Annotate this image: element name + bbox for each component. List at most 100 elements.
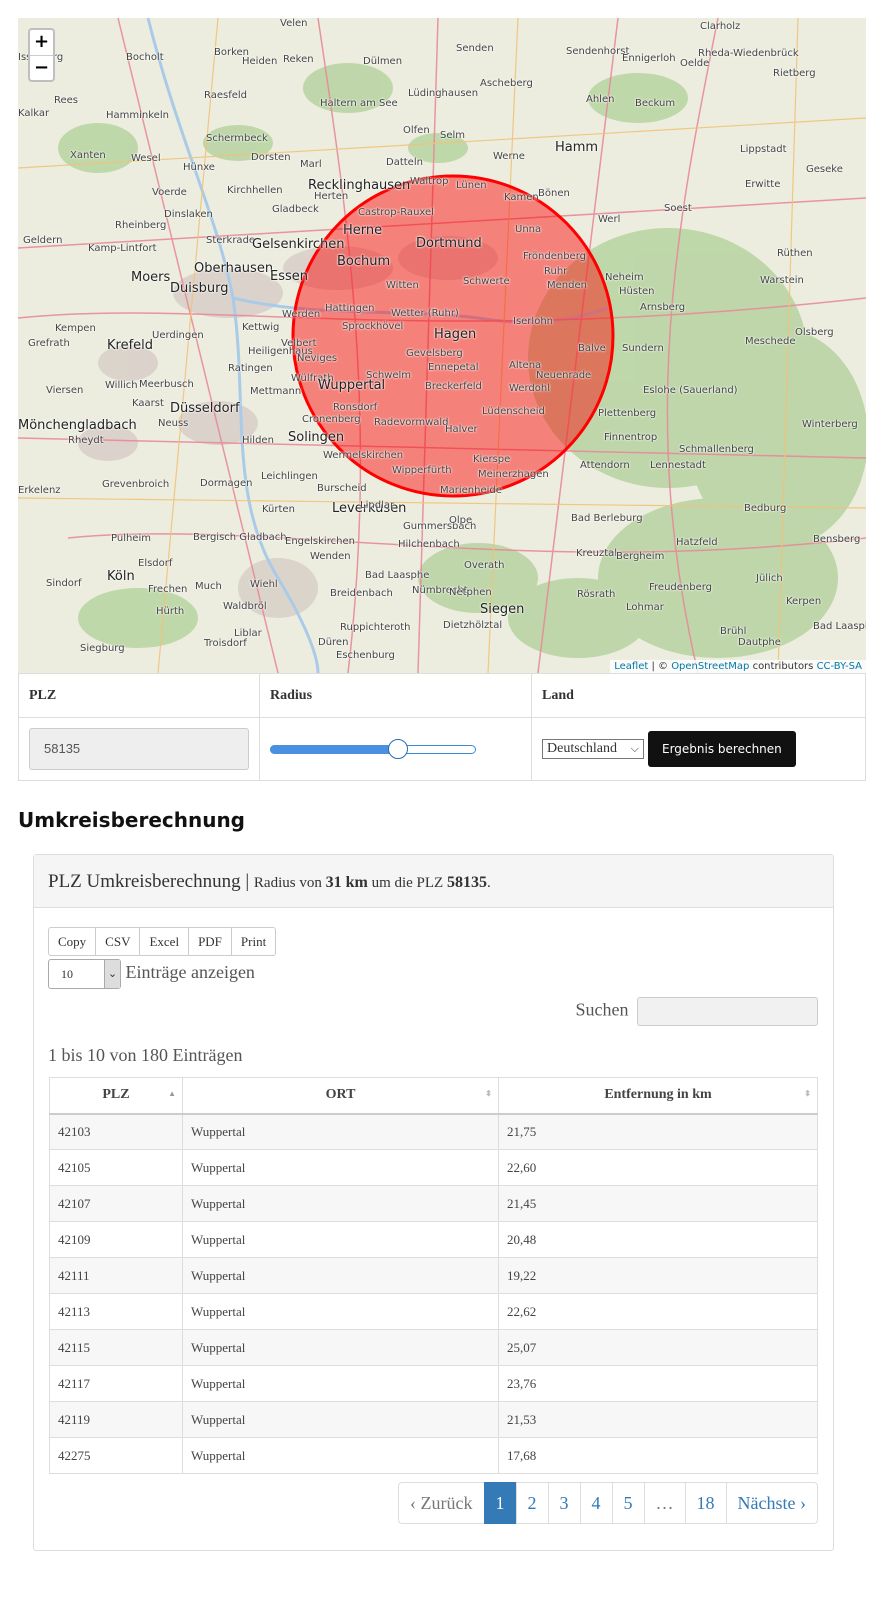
zoom-in-button[interactable]: + [30,30,53,55]
town-label: Raesfeld [204,90,248,101]
land-select[interactable]: Deutschland ⌵ [542,739,644,759]
town-label: Meinerzhagen [478,469,549,480]
plz-cell: 42115 [49,1329,183,1366]
sort-icon: ⬍ [804,1089,811,1098]
town-label: Schwerte [463,276,510,287]
town-label: Neuenrade [536,370,592,381]
osm-link[interactable]: OpenStreetMap [671,661,749,672]
distance-cell: 25,07 [498,1329,818,1366]
page-button-5[interactable]: 5 [611,1482,645,1524]
map-attribution: Leaflet | © OpenStreetMap contributors C… [610,660,866,673]
town-label: Engelskirchen [285,536,355,547]
plz-cell: 42105 [49,1149,183,1186]
table-row: 42115 Wuppertal 25,07 [49,1329,818,1366]
town-label: Kempen [55,323,96,334]
panel-radius: 31 km [325,874,368,891]
column-header-plz[interactable]: PLZ ▲ [49,1077,183,1115]
town-label: Dortmund [416,236,482,251]
town-label: Rheda-Wiedenbrück [698,48,799,59]
excel-button[interactable]: Excel [139,927,190,956]
town-label: Rietberg [773,68,816,79]
table-row: 42107 Wuppertal 21,45 [49,1185,818,1222]
license-link[interactable]: CC-BY-SA [817,661,862,672]
page-button-2[interactable]: 2 [515,1482,549,1524]
town-label: Warstein [760,275,804,286]
town-label: Wenden [310,551,351,562]
town-label: Heiden [242,56,278,67]
column-header-ort[interactable]: ORT ⬍ [182,1077,499,1115]
plz-cell: 42113 [49,1293,183,1330]
radius-header: Radius [259,673,532,718]
town-label: Hürth [156,606,185,617]
page-button-18[interactable]: 18 [684,1482,727,1524]
search-input[interactable] [637,997,818,1026]
town-label: Sendenhorst [566,46,630,57]
town-label: Rees [54,95,79,106]
town-label: Wesel [131,153,161,164]
radius-slider[interactable] [270,739,476,759]
page-button-1[interactable]: 1 [483,1482,517,1524]
town-label: Kerpen [786,596,822,607]
town-label: Velen [280,18,308,29]
zoom-out-button[interactable]: − [30,55,53,80]
next-page-button[interactable]: Nächste › [725,1482,818,1524]
pdf-button[interactable]: PDF [188,927,232,956]
town-label: Hamm [555,140,599,155]
column-header-distance[interactable]: Entfernung in km ⬍ [498,1077,818,1115]
town-label: Lüdinghausen [408,88,479,99]
town-label: Kamen [504,192,539,203]
town-label: Essen [270,269,308,284]
town-label: Arnsberg [640,302,686,313]
town-label: Erwitte [745,179,781,190]
town-label: Leichlingen [261,471,318,482]
sort-asc-icon: ▲ [168,1089,176,1098]
zoom-control: + − [28,28,55,82]
plz-cell: 42275 [49,1437,183,1474]
page-button-3[interactable]: 3 [547,1482,581,1524]
plz-cell: 42119 [49,1401,183,1438]
previous-page-button[interactable]: ‹ Zurück [398,1482,485,1524]
town-label: Oelde [680,58,710,69]
town-label: Düren [318,637,349,648]
town-label: Werl [598,214,621,225]
column-header-label: ORT [325,1087,356,1103]
town-label: Kürten [262,504,295,515]
town-label: Beckum [635,98,676,109]
town-label: Neheim [605,272,644,283]
town-label: Dorsten [251,152,291,163]
page-length-select[interactable]: 10 ⌄ [48,959,121,989]
plz-input[interactable]: 58135 [29,728,249,770]
town-label: Sundern [622,343,664,354]
map[interactable]: VelenSendenSendenhorstClarholzIsselburgB… [18,18,866,673]
town-label: Freudenberg [649,582,713,593]
town-label: Krefeld [107,338,154,353]
town-label: Clarholz [700,21,741,32]
ort-cell: Wuppertal [182,1221,499,1258]
town-label: Witten [386,280,419,291]
csv-button[interactable]: CSV [95,927,141,956]
page-button-4[interactable]: 4 [579,1482,613,1524]
town-label: Brühl [720,626,747,637]
town-label: Dinslaken [164,209,213,220]
town-label: Olfen [403,125,430,136]
sort-icon: ⬍ [485,1089,492,1098]
town-label: Bergisch Gladbach [193,532,287,543]
town-label: Meerbusch [139,379,194,390]
land-select-value: Deutschland [547,741,617,756]
copy-button[interactable]: Copy [48,927,97,956]
town-label: Lindlar [360,500,395,511]
town-label: Eslohe (Sauerland) [643,385,738,396]
town-label: Kreuztal [576,548,618,559]
town-label: Cronenberg [302,414,361,425]
town-label: Willich [105,380,138,391]
print-button[interactable]: Print [230,927,277,956]
ort-cell: Wuppertal [182,1293,499,1330]
town-label: Balve [578,343,606,354]
plz-cell: 42103 [49,1113,183,1150]
leaflet-link[interactable]: Leaflet [614,661,648,672]
calculate-button[interactable]: Ergebnis berechnen [648,731,796,767]
page-length-label: Einträge anzeigen [125,962,255,983]
slider-thumb[interactable] [387,739,408,759]
town-label: Hünxe [183,162,215,173]
panel-title: PLZ Umkreisberechnung [48,871,241,892]
